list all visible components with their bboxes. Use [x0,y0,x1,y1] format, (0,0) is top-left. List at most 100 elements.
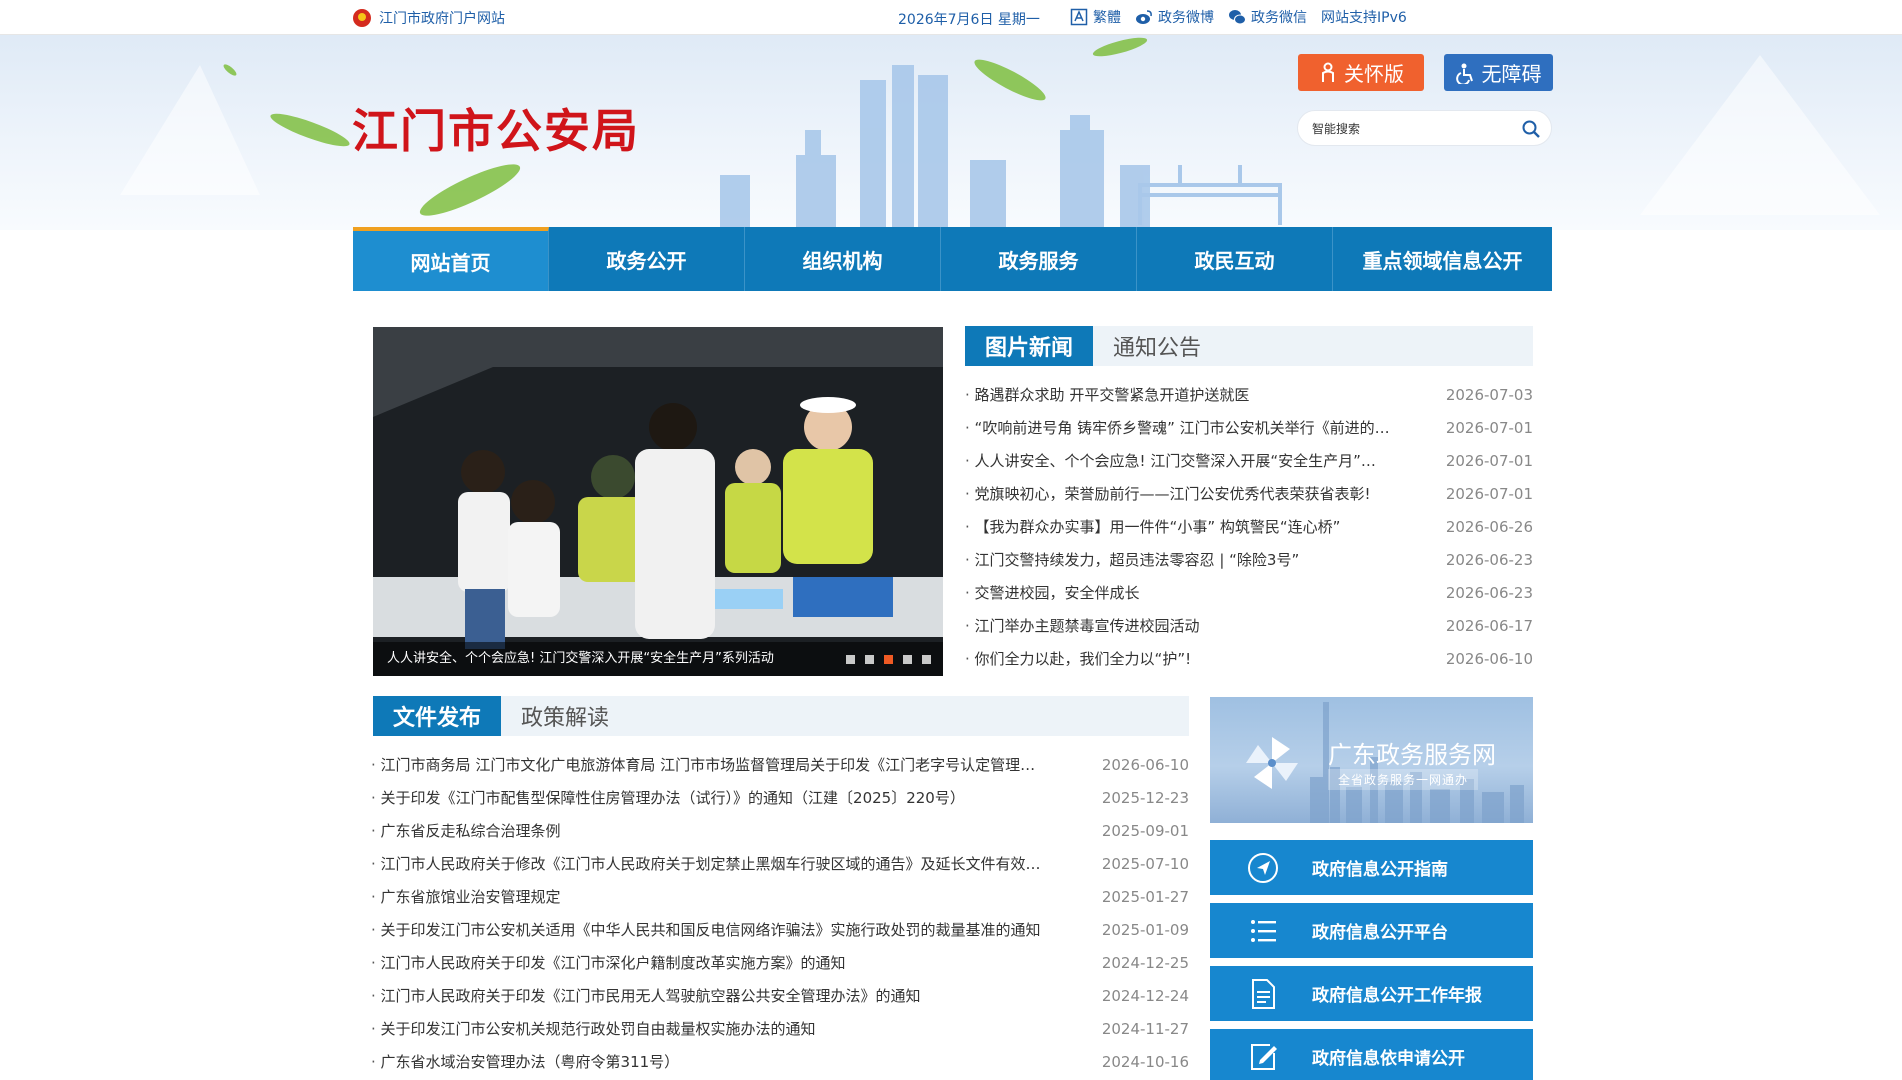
news-date: 2026-07-01 [1445,484,1533,503]
file-date: 2024-11-27 [1101,1019,1189,1038]
ipv6-label: 网站支持IPv6 [1321,10,1407,26]
tab-file-release[interactable]: 文件发布 [373,696,502,736]
weibo-link[interactable]: 政务微博 [1135,7,1214,27]
file-date: 2025-01-09 [1101,920,1189,939]
slider-dot[interactable] [884,655,893,664]
news-title[interactable]: 你们全力以赴，我们全力以“护”! [965,648,1441,669]
accessibility-label: 无障碍 [1481,62,1542,86]
accessibility-button[interactable]: 无障碍 [1444,54,1553,91]
info-disclosure-annual-report-button[interactable]: 政府信息公开工作年报 [1210,966,1533,1021]
file-date: 2025-07-10 [1101,854,1189,873]
search-icon[interactable] [1521,119,1541,139]
gd-service-subtitle: 全省政务服务一网通办 [1328,769,1479,790]
list-item: 关于印发《江门市配售型保障性住房管理办法（试行）》的通知（江建〔2025〕220… [371,781,1189,814]
gd-service-banner[interactable]: 广东政务服务网 全省政务服务一网通办 [1210,697,1533,823]
slider-dot[interactable] [865,655,874,664]
nav-item-organization[interactable]: 组织机构 [745,227,941,291]
portal-link-label: 江门市政府门户网站 [379,11,505,27]
city-skyline-illustration [120,37,1880,230]
file-date: 2024-10-16 [1101,1052,1189,1071]
file-date: 2024-12-25 [1101,953,1189,972]
info-disclosure-platform-label: 政府信息公开平台 [1312,923,1448,943]
news-date: 2026-06-26 [1445,517,1533,536]
list-item: 广东省反走私综合治理条例2025-09-01 [371,814,1189,847]
edit-icon [1251,1043,1277,1070]
list-item: 江门市人民政府关于印发《江门市深化户籍制度改革实施方案》的通知2024-12-2… [371,946,1189,979]
traditional-chinese-icon [1070,8,1088,26]
accessibility-icon [1455,63,1473,84]
current-date: 2026年7月6日 星期一 [898,12,1040,28]
news-list: 路遇群众求助 开平交警紧急开道护送就医2026-07-03 “吹响前进号角 铸牢… [965,378,1533,675]
nav-item-home[interactable]: 网站首页 [353,227,549,291]
file-title[interactable]: 关于印发江门市公安机关适用《中华人民共和国反电信网络诈骗法》实施行政处罚的裁量基… [371,919,1097,940]
news-date: 2026-06-17 [1445,616,1533,635]
list-item: “吹响前进号角 铸牢侨乡警魂” 江门市公安机关举行《前进的…2026-07-01 [965,411,1533,444]
files-list: 江门市商务局 江门市文化广电旅游体育局 江门市市场监督管理局关于印发《江门老字号… [371,748,1189,1078]
list-item: 江门市人民政府关于印发《江门市民用无人驾驶航空器公共安全管理办法》的通知2024… [371,979,1189,1012]
file-title[interactable]: 江门市人民政府关于修改《江门市人民政府关于划定禁止黑烟车行驶区域的通告》及延长文… [371,853,1097,874]
file-title[interactable]: 广东省反走私综合治理条例 [371,820,1097,841]
slider-pagination [846,655,931,664]
news-date: 2026-07-01 [1445,418,1533,437]
file-date: 2025-12-23 [1101,788,1189,807]
news-date: 2026-06-10 [1445,649,1533,668]
news-title[interactable]: 人人讲安全、个个会应急! 江门交警深入开展“安全生产月”… [965,450,1441,471]
news-photo [373,327,943,676]
news-title[interactable]: 【我为群众办实事】用一件件“小事” 构筑警民“连心桥” [965,516,1441,537]
ipv6-support: 网站支持IPv6 [1321,7,1407,27]
weibo-label: 政务微博 [1158,10,1214,26]
tab-picture-news[interactable]: 图片新闻 [965,326,1094,366]
top-bar: 江门市政府门户网站 2026年7月6日 星期一 繁體 政务微博 政务微信 网站支… [0,0,1902,35]
list-item: 党旗映初心，荣誉励前行——江门公安优秀代表荣获省表彰!2026-07-01 [965,477,1533,510]
news-date: 2026-06-23 [1445,583,1533,602]
info-disclosure-request-button[interactable]: 政府信息依申请公开 [1210,1029,1533,1080]
national-emblem-icon [353,9,371,27]
search-input[interactable] [1312,119,1512,139]
compass-icon [1248,852,1278,883]
list-item: 路遇群众求助 开平交警紧急开道护送就医2026-07-03 [965,378,1533,411]
file-title[interactable]: 关于印发《江门市配售型保障性住房管理办法（试行）》的通知（江建〔2025〕220… [371,787,1097,808]
traditional-chinese-toggle[interactable]: 繁體 [1070,7,1121,27]
nav-item-government-affairs[interactable]: 政务公开 [549,227,745,291]
tab-policy-interpretation[interactable]: 政策解读 [501,696,629,736]
news-title[interactable]: 江门交警持续发力，超员违法零容忍 | “除险3号” [965,549,1441,570]
file-title[interactable]: 江门市人民政府关于印发《江门市深化户籍制度改革实施方案》的通知 [371,952,1097,973]
info-disclosure-request-label: 政府信息依申请公开 [1312,1049,1465,1069]
news-date: 2026-07-03 [1445,385,1533,404]
file-title[interactable]: 江门市人民政府关于印发《江门市民用无人驾驶航空器公共安全管理办法》的通知 [371,985,1097,1006]
news-date: 2026-06-23 [1445,550,1533,569]
news-title[interactable]: 路遇群众求助 开平交警紧急开道护送就医 [965,384,1441,405]
info-disclosure-platform-button[interactable]: 政府信息公开平台 [1210,903,1533,958]
file-title[interactable]: 广东省旅馆业治安管理规定 [371,886,1097,907]
news-title[interactable]: 党旗映初心，荣誉励前行——江门公安优秀代表荣获省表彰! [965,483,1441,504]
main-nav: 网站首页 政务公开 组织机构 政务服务 政民互动 重点领域信息公开 [353,227,1552,291]
file-title[interactable]: 广东省水域治安管理办法（粤府令第311号） [371,1051,1097,1072]
wechat-icon [1229,10,1246,25]
list-item: 广东省水域治安管理办法（粤府令第311号）2024-10-16 [371,1045,1189,1078]
nav-item-key-info[interactable]: 重点领域信息公开 [1333,227,1552,291]
list-item: 关于印发江门市公安机关规范行政处罚自由裁量权实施办法的通知2024-11-27 [371,1012,1189,1045]
picture-news-slider[interactable]: 人人讲安全、个个会应急! 江门交警深入开展“安全生产月”系列活动 [373,327,943,676]
list-item: 江门市商务局 江门市文化广电旅游体育局 江门市市场监督管理局关于印发《江门老字号… [371,748,1189,781]
wechat-link[interactable]: 政务微信 [1228,7,1307,27]
nav-item-interaction[interactable]: 政民互动 [1137,227,1333,291]
slider-dot[interactable] [846,655,855,664]
file-title[interactable]: 江门市商务局 江门市文化广电旅游体育局 江门市市场监督管理局关于印发《江门老字号… [371,754,1097,775]
traditional-chinese-label: 繁體 [1093,10,1121,26]
portal-link[interactable]: 江门市政府门户网站 [353,8,505,28]
nav-item-services[interactable]: 政务服务 [941,227,1137,291]
info-disclosure-guide-button[interactable]: 政府信息公开指南 [1210,840,1533,895]
news-title[interactable]: 江门举办主题禁毒宣传进校园活动 [965,615,1441,636]
slider-dot[interactable] [922,655,931,664]
list-item: 【我为群众办实事】用一件件“小事” 构筑警民“连心桥”2026-06-26 [965,510,1533,543]
tab-notices[interactable]: 通知公告 [1093,326,1221,366]
document-icon [1252,978,1275,1009]
file-date: 2025-09-01 [1101,821,1189,840]
news-title[interactable]: “吹响前进号角 铸牢侨乡警魂” 江门市公安机关举行《前进的… [965,417,1441,438]
care-mode-button[interactable]: 关怀版 [1298,54,1424,91]
file-date: 2024-12-24 [1101,986,1189,1005]
news-title[interactable]: 交警进校园，安全伴成长 [965,582,1441,603]
list-item: 江门市人民政府关于修改《江门市人民政府关于划定禁止黑烟车行驶区域的通告》及延长文… [371,847,1189,880]
file-title[interactable]: 关于印发江门市公安机关规范行政处罚自由裁量权实施办法的通知 [371,1018,1097,1039]
slider-dot[interactable] [903,655,912,664]
